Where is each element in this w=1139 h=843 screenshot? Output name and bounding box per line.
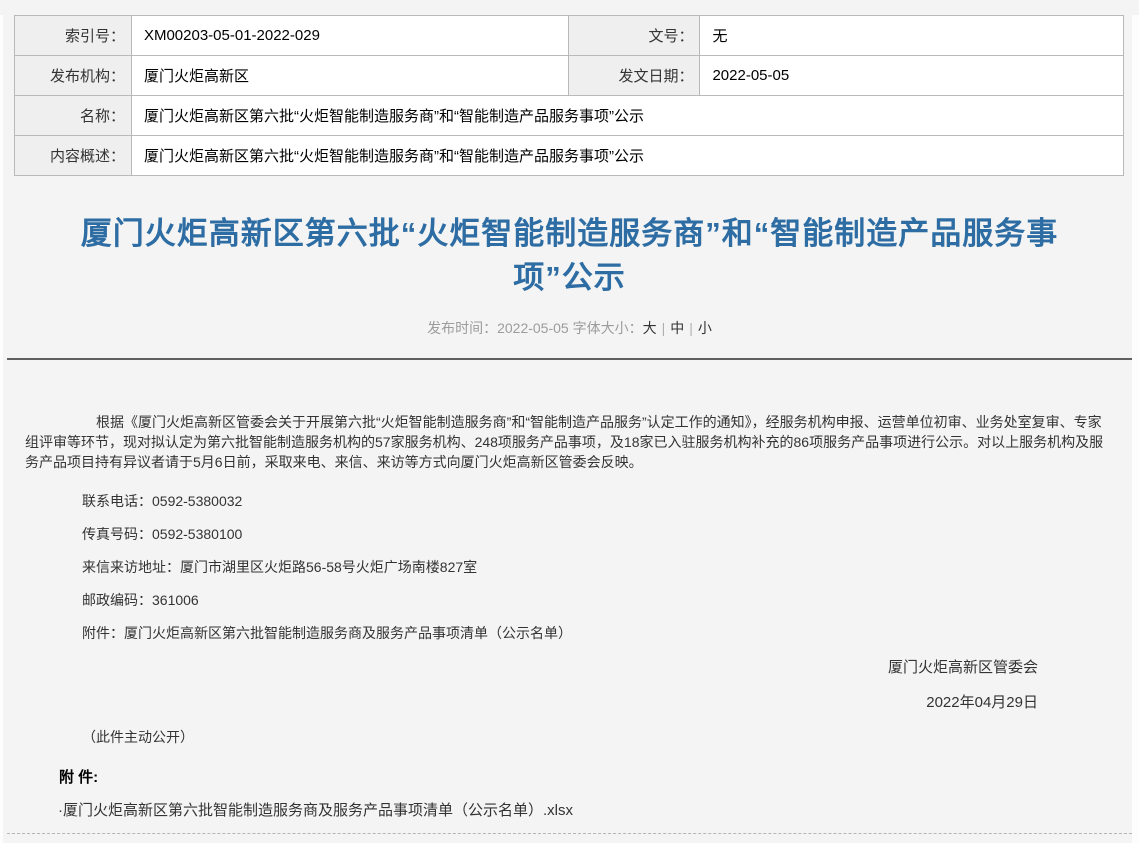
publish-agency-label: 发布机构： (15, 56, 132, 96)
issue-date-value: 2022-05-05 (700, 56, 1124, 96)
postal-code-line: 邮政编码：361006 (25, 590, 1110, 610)
publish-info-line: 发布时间：2022-05-05 字体大小：大|中|小 (0, 318, 1139, 338)
signature-block: 厦门火炬高新区管委会 2022年04月29日 (25, 658, 1110, 713)
font-size-medium-button[interactable]: 中 (670, 320, 684, 336)
issue-date-label: 发文日期： (568, 56, 700, 96)
doc-number-label: 文号： (568, 16, 700, 56)
content-summary-label: 内容概述： (15, 136, 132, 176)
doc-number-value: 无 (700, 16, 1124, 56)
font-size-divider: | (662, 320, 666, 336)
font-size-large-button[interactable]: 大 (643, 320, 657, 336)
attachment-mention-line: 附件：厦门火炬高新区第六批智能制造服务商及服务产品事项清单（公示名单） (25, 623, 1110, 643)
metadata-row-index: 索引号： XM00203-05-01-2022-029 文号： 无 (15, 16, 1124, 56)
attachment-file-link[interactable]: ·厦门火炬高新区第六批智能制造服务商及服务产品事项清单（公示名单）.xlsx (25, 801, 1110, 821)
page-left-edge (0, 15, 3, 843)
document-metadata-table: 索引号： XM00203-05-01-2022-029 文号： 无 发布机构： … (14, 15, 1124, 176)
header-divider (7, 358, 1132, 360)
content-summary-value: 厦门火炬高新区第六批“火炬智能制造服务商”和“智能制造产品服务事项”公示 (131, 136, 1123, 176)
publish-time-label: 发布时间： (427, 320, 497, 336)
font-size-label: 字体大小： (573, 320, 643, 336)
font-size-divider: | (689, 320, 693, 336)
contact-phone-line: 联系电话：0592-5380032 (25, 491, 1110, 511)
bottom-divider (7, 833, 1132, 834)
article-paragraph: 根据《厦门火炬高新区管委会关于开展第六批“火炬智能制造服务商”和“智能制造产品服… (25, 412, 1110, 472)
signature-org: 厦门火炬高新区管委会 (25, 658, 1038, 678)
contact-fax-line: 传真号码：0592-5380100 (25, 524, 1110, 544)
index-number-label: 索引号： (15, 16, 132, 56)
article-body: 根据《厦门火炬高新区管委会关于开展第六批“火炬智能制造服务商”和“智能制造产品服… (25, 412, 1110, 821)
disclosure-note: （此件主动公开） (25, 727, 1110, 747)
attachments-heading: 附 件: (25, 768, 1110, 788)
publish-agency-value: 厦门火炬高新区 (131, 56, 568, 96)
metadata-row-agency: 发布机构： 厦门火炬高新区 发文日期： 2022-05-05 (15, 56, 1124, 96)
article-title: 厦门火炬高新区第六批“火炬智能制造服务商”和“智能制造产品服务事项”公示 (64, 212, 1076, 300)
font-size-small-button[interactable]: 小 (698, 320, 712, 336)
doc-name-value: 厦门火炬高新区第六批“火炬智能制造服务商”和“智能制造产品服务事项”公示 (131, 96, 1123, 136)
page-right-edge (1132, 15, 1139, 843)
signature-date: 2022年04月29日 (25, 693, 1038, 713)
index-number-value: XM00203-05-01-2022-029 (131, 16, 568, 56)
metadata-row-name: 名称： 厦门火炬高新区第六批“火炬智能制造服务商”和“智能制造产品服务事项”公示 (15, 96, 1124, 136)
publish-date: 2022-05-05 (497, 320, 569, 336)
contact-address-line: 来信来访地址：厦门市湖里区火炬路56-58号火炬广场南楼827室 (25, 557, 1110, 577)
metadata-row-summary: 内容概述： 厦门火炬高新区第六批“火炬智能制造服务商”和“智能制造产品服务事项”… (15, 136, 1124, 176)
doc-name-label: 名称： (15, 96, 132, 136)
